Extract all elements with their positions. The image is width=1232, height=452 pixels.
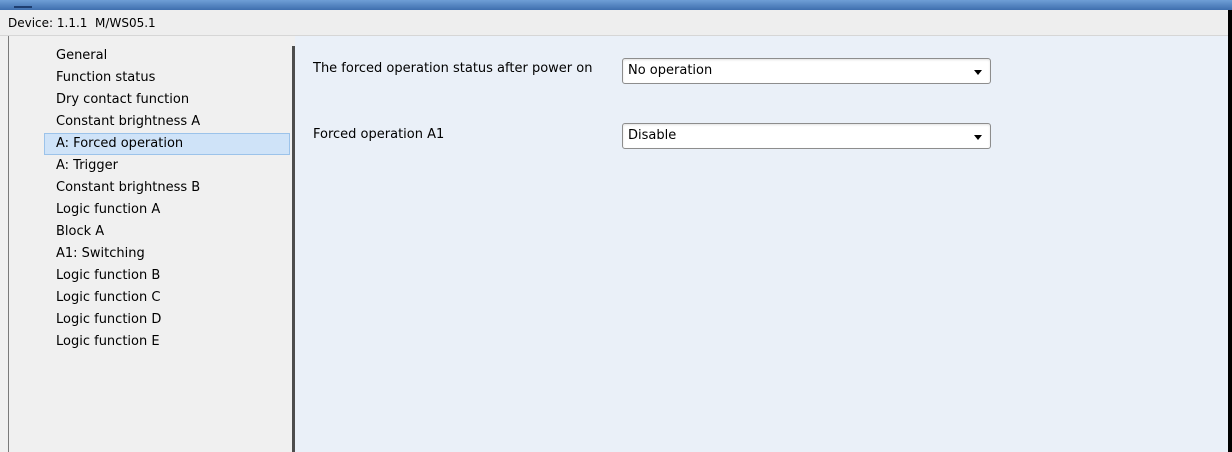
param-label-forced-operation-a1: Forced operation A1 <box>313 127 445 142</box>
title-strip-grip <box>14 6 32 8</box>
param-label-forced-status-after-power-on: The forced operation status after power … <box>313 61 593 76</box>
sidebar-item-function-status[interactable]: Function status <box>44 67 290 89</box>
sidebar-item-constant-brightness-a[interactable]: Constant brightness A <box>44 111 290 133</box>
chevron-down-icon <box>974 70 982 75</box>
dropdown-value: No operation <box>628 63 713 78</box>
chevron-down-icon <box>974 135 982 140</box>
sidebar-item-a1-switching[interactable]: A1: Switching <box>44 243 290 265</box>
forced-operation-a1-dropdown[interactable]: Disable <box>622 123 991 149</box>
device-title: Device: 1.1.1 M/WS05.1 <box>8 16 156 30</box>
sidebar-item-logic-function-c[interactable]: Logic function C <box>44 287 290 309</box>
parameter-panel: The forced operation status after power … <box>295 36 1228 452</box>
window-title-strip <box>0 0 1232 10</box>
sidebar-item-block-a[interactable]: Block A <box>44 221 290 243</box>
sidebar-item-constant-brightness-b[interactable]: Constant brightness B <box>44 177 290 199</box>
sidebar-item-dry-contact-function[interactable]: Dry contact function <box>44 89 290 111</box>
parameter-window: Device: 1.1.1 M/WS05.1 General Function … <box>0 10 1232 452</box>
device-header: Device: 1.1.1 M/WS05.1 <box>0 10 1232 36</box>
sidebar-item-logic-function-d[interactable]: Logic function D <box>44 309 290 331</box>
dropdown-value: Disable <box>628 128 677 143</box>
sidebar-item-logic-function-b[interactable]: Logic function B <box>44 265 290 287</box>
sidebar: General Function status Dry contact func… <box>9 36 292 452</box>
forced-status-after-power-on-dropdown[interactable]: No operation <box>622 58 991 84</box>
sidebar-item-a-trigger[interactable]: A: Trigger <box>44 155 290 177</box>
sidebar-item-a-forced-operation[interactable]: A: Forced operation <box>44 133 290 155</box>
right-border <box>1228 10 1232 452</box>
sidebar-item-logic-function-e[interactable]: Logic function E <box>44 331 290 353</box>
sidebar-item-general[interactable]: General <box>44 45 290 67</box>
sidebar-item-logic-function-a[interactable]: Logic function A <box>44 199 290 221</box>
